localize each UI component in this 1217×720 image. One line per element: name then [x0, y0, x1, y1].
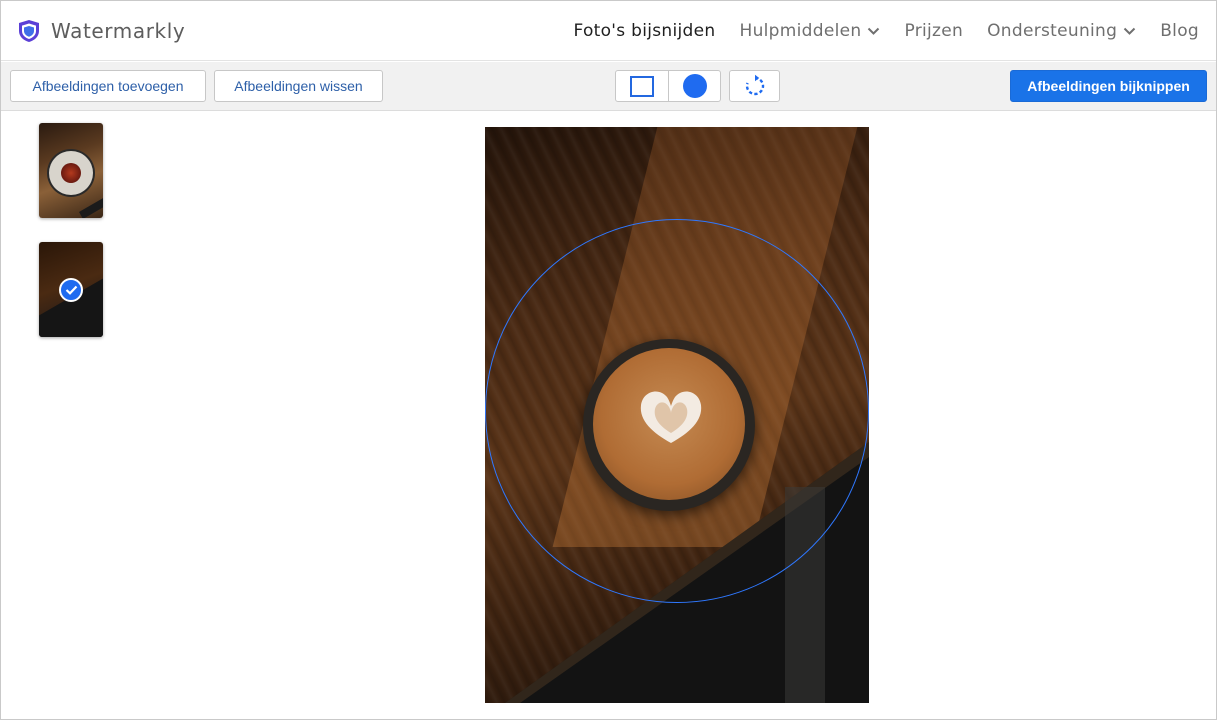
thumbnail-food [61, 163, 81, 183]
brand-name: Watermarkly [51, 19, 186, 43]
circle-icon [682, 74, 707, 98]
crop-images-button[interactable]: Afbeeldingen bijknippen [1010, 70, 1207, 102]
thumbnail-shadow [79, 197, 103, 218]
rotate-icon [745, 74, 764, 96]
latte-art-heart [640, 391, 702, 443]
circle-shape-button[interactable] [668, 71, 720, 101]
brand[interactable]: Watermarkly [18, 19, 185, 43]
nav-item-crop-photos[interactable]: Foto's bijsnijden [573, 21, 715, 41]
nav-item-label: Hulpmiddelen [739, 21, 862, 41]
crop-shape-toggle [615, 70, 721, 102]
editor-image[interactable] [485, 127, 869, 703]
clear-images-button[interactable]: Afbeeldingen wissen [214, 70, 383, 102]
add-images-button[interactable]: Afbeeldingen toevoegen [10, 70, 206, 102]
nav-item-pricing[interactable]: Prijzen [904, 21, 963, 41]
editor-toolbar: Afbeeldingen toevoegen Afbeeldingen wiss… [1, 62, 1216, 111]
nav-item-label: Blog [1160, 21, 1199, 41]
nav-item-support[interactable]: Ondersteuning [987, 21, 1136, 41]
rotate-button[interactable] [729, 70, 780, 102]
nav-item-tools[interactable]: Hulpmiddelen [739, 21, 880, 41]
nav-item-blog[interactable]: Blog [1160, 21, 1199, 41]
shield-icon [19, 20, 39, 42]
image-thumbnail[interactable] [39, 123, 103, 218]
rectangle-icon [630, 75, 654, 97]
rectangle-shape-button[interactable] [616, 71, 668, 101]
top-header: Watermarkly Foto's bijsnijden Hulpmiddel… [1, 1, 1216, 61]
nav-item-label: Foto's bijsnijden [573, 21, 716, 41]
nav-item-label: Prijzen [904, 21, 964, 41]
image-thumbnail-selected[interactable] [39, 242, 103, 337]
main-nav: Foto's bijsnijden Hulpmiddelen Prijzen O… [549, 1, 1199, 61]
checkmark-icon [59, 278, 83, 302]
chevron-down-icon [868, 27, 880, 35]
chevron-down-icon [1124, 27, 1136, 35]
nav-item-label: Ondersteuning [987, 21, 1118, 41]
